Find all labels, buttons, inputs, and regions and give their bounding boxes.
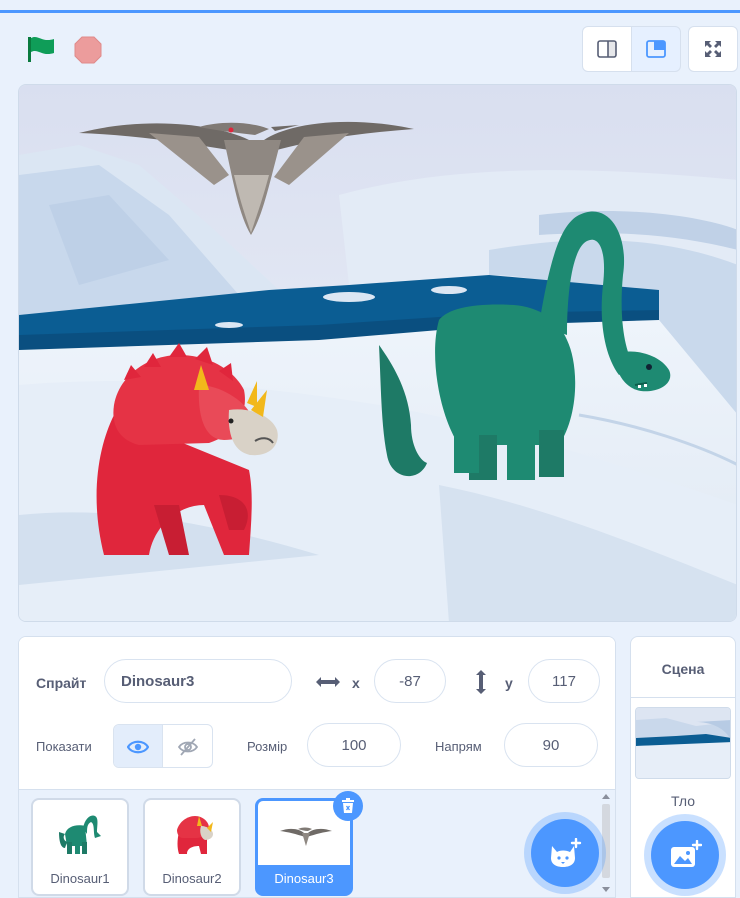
direction-field[interactable]: 90 [504,723,598,767]
sprite-thumb-label: Dinosaur3 [258,865,350,893]
fullscreen-icon [705,41,721,57]
sprite-info-panel: Спрайт Dinosaur3 x -87 y 117 Показати Ро… [18,636,616,898]
backdrops-label: Тло [670,793,696,809]
dinosaur3-thumbnail-icon [280,827,332,846]
backdrop-thumbnail[interactable] [635,707,731,779]
sprite-tray: Dinosaur1 Dinosaur2 Dinosaur3 [19,789,615,897]
sprite-thumb-dinosaur2[interactable]: Dinosaur2 [143,798,241,896]
sprite-tray-scrollbar[interactable] [599,792,613,896]
eye-icon [127,740,149,754]
add-backdrop-image-icon [671,840,702,867]
sprite-label: Спрайт [36,675,87,691]
sprite-info: Спрайт Dinosaur3 x -87 y 117 Показати Ро… [19,637,615,789]
dinosaur1-thumbnail-icon [59,815,101,854]
x-field[interactable]: -87 [374,659,446,703]
sprite-thumb-label: Dinosaur2 [162,871,222,886]
add-backdrop-button[interactable] [651,821,719,889]
add-sprite-cat-icon [551,838,582,867]
x-arrow-icon [316,677,340,687]
show-sprite-button[interactable] [114,725,164,767]
dinosaur2-thumbnail-icon [177,816,213,854]
small-stage-button[interactable] [582,26,632,72]
stop-icon[interactable] [74,36,102,64]
eye-slash-icon [177,738,198,756]
fullscreen-button[interactable] [688,26,738,72]
add-sprite-button[interactable] [531,819,599,887]
stage-selector-panel[interactable]: Сцена Тло [630,636,736,898]
stage-panel-title: Сцена [661,661,705,677]
sprite-name-field[interactable]: Dinosaur3 [104,659,292,703]
size-label: Розмір [247,739,288,754]
hide-sprite-button[interactable] [163,725,212,767]
x-label: x [352,675,360,691]
small-stage-icon [597,40,617,58]
normal-stage-button[interactable] [631,26,681,72]
stage-canvas[interactable] [18,84,737,622]
y-arrow-icon [476,670,486,694]
sprite-thumb-label: Dinosaur1 [50,871,110,886]
visibility-toggle [113,724,213,768]
direction-label: Напрям [435,739,482,754]
y-label: y [505,675,513,691]
green-flag-icon[interactable] [26,35,56,63]
y-field[interactable]: 117 [528,659,600,703]
normal-stage-icon [646,40,666,58]
delete-sprite-button[interactable] [333,791,363,821]
stage-panel-divider [631,697,735,698]
sprite-thumb-dinosaur1[interactable]: Dinosaur1 [31,798,129,896]
size-field[interactable]: 100 [307,723,401,767]
show-label: Показати [36,739,92,754]
trash-icon [342,798,354,813]
